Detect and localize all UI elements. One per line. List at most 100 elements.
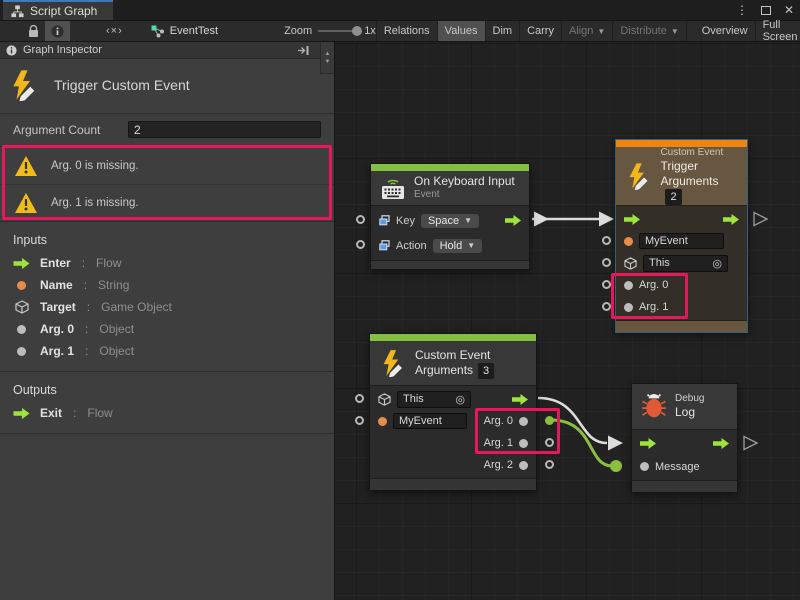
key-row: Key Space▼ [371, 208, 529, 233]
node-category: Debug [675, 393, 704, 406]
node-debug-log[interactable]: Debug Log Message [631, 383, 738, 493]
target-field[interactable]: This◎ [643, 255, 728, 272]
unit-title: Trigger Custom Event [54, 77, 190, 93]
zoom-control: Zoom 1x [284, 21, 376, 41]
flow-out-arrow[interactable] [505, 215, 521, 226]
node-subtitle: Event [414, 189, 515, 202]
node-body: Key Space▼ Action Hold▼ [371, 205, 529, 260]
output-port[interactable] [545, 460, 554, 469]
input-port[interactable] [356, 240, 365, 249]
listener-args-annotation-box [475, 408, 560, 454]
object-port-icon [640, 462, 649, 471]
key-dropdown[interactable]: Space▼ [421, 214, 479, 228]
flow-out-arrow[interactable] [512, 394, 528, 405]
input-port[interactable] [356, 215, 365, 224]
input-pin-row: Arg. 1:Object [0, 340, 334, 362]
wire-value-endpoint [610, 460, 622, 472]
graph-name: EventTest [170, 25, 218, 37]
full-screen-button[interactable]: Full Screen [756, 21, 800, 41]
node-header: Custom Event Trigger Arguments2 [616, 147, 747, 205]
node-on-keyboard-input[interactable]: On Keyboard Input Event Key Space▼ Actio… [370, 163, 530, 270]
flow-out-triangle [754, 213, 767, 226]
close-icon[interactable]: ✕ [784, 4, 794, 16]
object-port-icon [17, 347, 26, 356]
input-port[interactable] [602, 258, 611, 267]
graph-canvas[interactable]: On Keyboard Input Event Key Space▼ Actio… [335, 42, 800, 600]
object-port-icon [17, 325, 26, 334]
graph-tree-icon [11, 5, 24, 18]
node-arguments: Arguments3 [415, 363, 494, 379]
lock-icon[interactable] [22, 21, 45, 41]
graph-nodes-icon [151, 25, 165, 38]
zoom-value: 1x [364, 25, 376, 37]
node-title: Trigger [660, 159, 738, 174]
zoom-slider[interactable] [318, 30, 358, 32]
event-name-row: MyEvent [616, 230, 747, 252]
custom-event-icon [625, 162, 652, 190]
input-port[interactable] [602, 280, 611, 289]
action-row: Action Hold▼ [371, 233, 529, 258]
menu-kebab-icon[interactable]: ⋮ [736, 4, 748, 16]
target-picker-icon[interactable]: ◎ [712, 257, 722, 270]
node-header: Debug Log [632, 384, 737, 429]
event-name-field[interactable]: MyEvent [639, 233, 724, 249]
string-port-icon [17, 281, 26, 290]
cube-icon [624, 257, 637, 270]
flow-row [632, 432, 737, 455]
node-accent-bar [370, 334, 536, 341]
dock-panel-icon[interactable] [297, 45, 310, 56]
input-port[interactable] [602, 302, 611, 311]
string-port-icon [624, 237, 633, 246]
node-footer [371, 260, 529, 269]
flow-out-arrow[interactable] [723, 214, 739, 225]
carry-button[interactable]: Carry [520, 21, 562, 41]
tab-script-graph[interactable]: Script Graph [3, 0, 113, 20]
zoom-slider-handle[interactable] [352, 26, 362, 36]
flow-in-arrow[interactable] [640, 438, 656, 449]
graph-inspector-panel: Graph Inspector ▲▼ Trigger Custom Event … [0, 42, 335, 600]
bug-icon [641, 394, 667, 420]
divider [0, 433, 334, 434]
overview-button[interactable]: Overview [695, 21, 756, 41]
align-dropdown[interactable]: Align▼ [562, 21, 613, 41]
panel-width-stepper[interactable]: ▲▼ [320, 42, 334, 74]
key-label: Key [396, 215, 415, 227]
argument-count-row: Argument Count [0, 114, 334, 147]
input-pin-row: Target:Game Object [0, 296, 334, 318]
window-controls: ⋮ ✕ [736, 0, 794, 20]
target-field[interactable]: This◎ [397, 391, 471, 408]
action-dropdown[interactable]: Hold▼ [433, 239, 483, 253]
wire-arrowhead [608, 436, 623, 451]
relations-button[interactable]: Relations [376, 21, 438, 41]
event-name-field[interactable]: MyEvent [393, 413, 467, 429]
chevron-down-icon: ▼ [671, 27, 679, 36]
dim-button[interactable]: Dim [486, 21, 521, 41]
cube-icon [378, 393, 391, 406]
maximize-icon[interactable] [761, 6, 771, 15]
graph-breadcrumb[interactable]: EventTest [147, 21, 222, 41]
input-port[interactable] [602, 236, 611, 245]
tab-title: Script Graph [30, 4, 97, 18]
target-picker-icon[interactable]: ◎ [455, 393, 465, 406]
message-row: Message [632, 455, 737, 478]
argument-count-input[interactable] [128, 121, 321, 138]
arg-label: Arg. 2 [484, 459, 513, 471]
distribute-dropdown[interactable]: Distribute▼ [613, 21, 686, 41]
input-port[interactable] [355, 416, 364, 425]
graph-inspector-header: Graph Inspector [0, 42, 334, 59]
flow-out-arrow[interactable] [713, 438, 729, 449]
values-button[interactable]: Values [438, 21, 486, 41]
arrow-down-icon: ▼ [325, 59, 331, 65]
arrow-up-icon: ▲ [325, 51, 331, 57]
argument-count-badge: 2 [665, 189, 681, 205]
node-title: Custom Event [415, 348, 494, 363]
flow-in-arrow[interactable] [624, 214, 640, 225]
code-preview-icon[interactable]: ‹×› [100, 21, 129, 41]
toolbar-view-buttons: Relations Values Dim Carry Align▼ Distri… [376, 21, 800, 41]
input-port[interactable] [355, 394, 364, 403]
node-header: On Keyboard Input Event [371, 171, 529, 205]
outputs-header: Outputs [0, 372, 334, 402]
input-pin-row: Enter:Flow [0, 252, 334, 274]
node-header: Custom Event Arguments3 [370, 341, 536, 385]
inspector-toggle-button[interactable] [45, 21, 70, 41]
